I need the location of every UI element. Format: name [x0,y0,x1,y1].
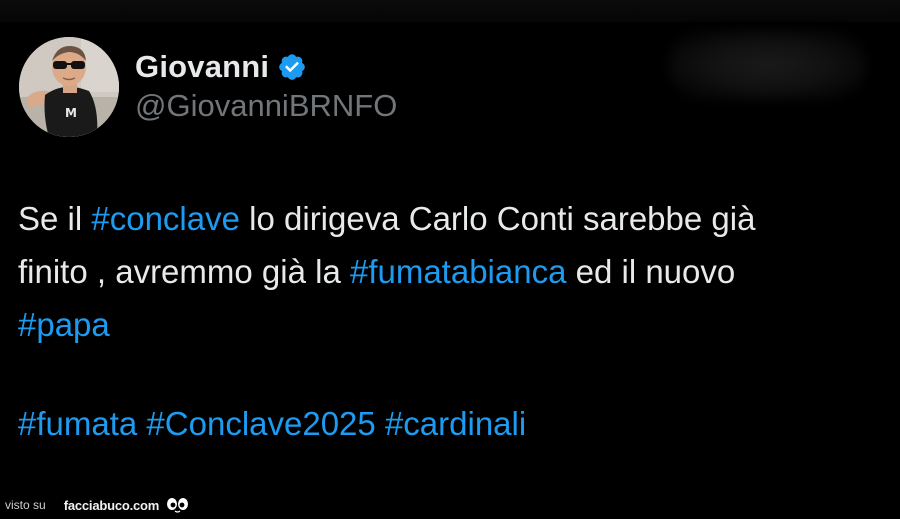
hashtag-link[interactable]: #Conclave2025 [146,405,375,442]
eyes-icon [167,498,189,513]
tweet-line-2: finito , avremmo già la #fumatabianca ed… [18,245,888,298]
author-name-row: Giovanni [135,48,307,86]
hashtag-link[interactable]: #conclave [91,200,240,237]
avatar[interactable]: M [19,37,119,137]
svg-text:M: M [65,106,77,120]
avatar-photo: M [19,37,119,137]
tweet-line-3: #papa [18,298,888,351]
verified-badge-icon [279,54,306,80]
author-name[interactable]: Giovanni [135,49,269,85]
hashtag-link[interactable]: #cardinali [385,405,526,442]
tweet-line-1: Se il #conclave lo dirigeva Carlo Conti … [18,192,888,245]
tweet-text: Se il #conclave lo dirigeva Carlo Conti … [18,192,888,450]
tweet-text-segment: Se il [18,200,92,237]
top-bar [0,0,900,22]
watermark-prefix: visto su [5,498,46,512]
tweet-text-segment: lo dirigeva Carlo Conti sarebbe già [239,200,756,237]
hashtag-link[interactable]: #fumata [18,405,137,442]
hashtag-link[interactable]: #fumatabianca [350,253,566,290]
tweet-text-segment: finito , avremmo già la [18,253,350,290]
hashtag-link[interactable]: #papa [18,306,110,343]
tweet-line-4: #fumata #Conclave2025 #cardinali [18,397,888,450]
watermark: visto su facciabuco.com [5,495,190,515]
watermark-site[interactable]: facciabuco.com [64,498,160,513]
author-handle[interactable]: @GiovanniBRNFO [135,88,397,124]
blurred-region [668,30,866,100]
tweet-text-segment: ed il nuovo [566,253,736,290]
